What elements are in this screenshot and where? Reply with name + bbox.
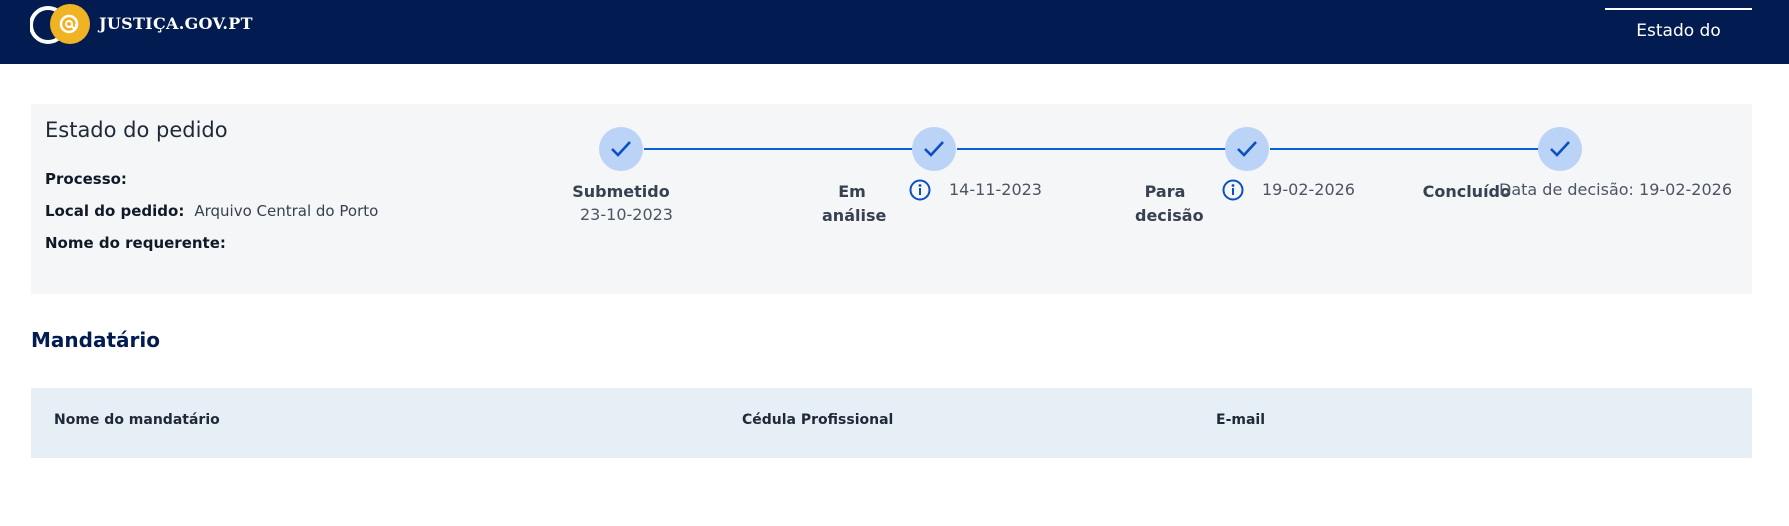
- step-date-para-decisao: 19-02-2026: [1262, 180, 1355, 199]
- progress-line: [644, 148, 913, 150]
- field-value: Arquivo Central do Porto: [194, 202, 379, 220]
- check-icon: [1237, 141, 1257, 157]
- check-icon: [924, 141, 944, 157]
- info-icon[interactable]: [1222, 179, 1244, 201]
- progress-line: [957, 148, 1226, 150]
- column-header-cedula: Cédula Profissional: [742, 412, 894, 428]
- field-nome-do-requerente: Nome do requerente:: [45, 234, 236, 252]
- mandatario-table-header: Nome do mandatário Cédula Profissional E…: [31, 388, 1752, 458]
- progress-line: [1270, 148, 1539, 150]
- step-label-em-analise: Em análise: [822, 182, 887, 225]
- field-processo: Processo:: [45, 170, 137, 188]
- step-date-concluido: Data de decisão: 19-02-2026: [1499, 180, 1733, 199]
- panel-title: Estado do pedido: [45, 118, 228, 142]
- request-status-panel: Estado do pedido Processo: Local do pedi…: [31, 104, 1752, 294]
- field-label: Processo:: [45, 170, 127, 188]
- justica-logo-icon[interactable]: [30, 3, 92, 47]
- brand-name[interactable]: JUSTIÇA.GOV.PT: [99, 14, 253, 33]
- step-label-para-decisao: Para decisão: [1135, 182, 1204, 225]
- field-label: Local do pedido:: [45, 202, 185, 220]
- info-icon[interactable]: [909, 179, 931, 201]
- step-para-decisao-check: [1225, 127, 1269, 171]
- check-icon: [1550, 141, 1570, 157]
- nav-estado-do-pedido[interactable]: Estado do pedido: [1605, 8, 1752, 83]
- step-em-analise-check: [912, 127, 956, 171]
- field-label: Nome do requerente:: [45, 234, 226, 252]
- step-submetido-check: [599, 127, 643, 171]
- check-icon: [611, 141, 631, 157]
- mandatario-section-title: Mandatário: [31, 328, 160, 352]
- top-navigation-bar: JUSTIÇA.GOV.PT Estado do pedido: [0, 0, 1789, 83]
- column-header-email: E-mail: [1216, 412, 1266, 428]
- step-label-concluido: Concluído: [1422, 182, 1511, 201]
- field-local-do-pedido: Local do pedido: Arquivo Central do Porto: [45, 202, 378, 220]
- step-concluido-check: [1538, 127, 1582, 171]
- step-date-em-analise: 14-11-2023: [949, 180, 1042, 199]
- step-date-submetido: 23-10-2023: [580, 205, 673, 224]
- column-header-nome: Nome do mandatário: [54, 412, 220, 428]
- step-label-submetido: Submetido: [572, 182, 670, 201]
